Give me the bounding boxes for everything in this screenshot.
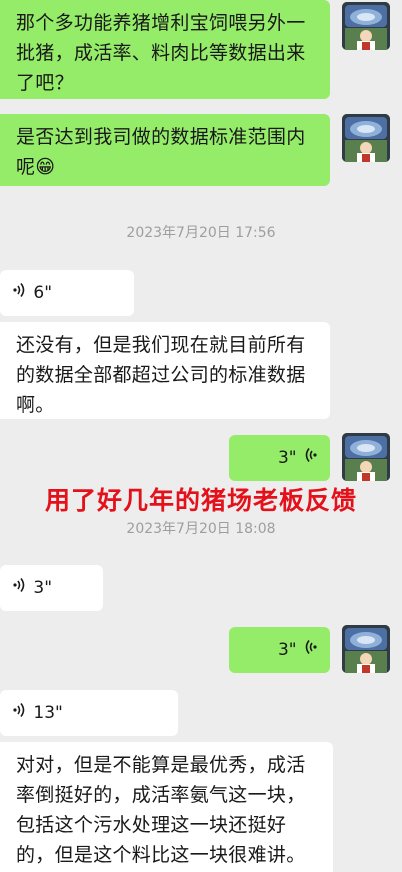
avatar[interactable] xyxy=(342,625,390,673)
outgoing-message[interactable]: 是否达到我司做的数据标准范围内呢😁 xyxy=(0,114,330,186)
timestamp: 2023年7月20日 18:08 xyxy=(126,521,276,537)
voice-wave-icon xyxy=(302,435,318,481)
incoming-message[interactable]: 还没有，但是我们现在就目前所有的数据全部都超过公司的标准数据啊。 xyxy=(0,322,330,419)
avatar-image-icon xyxy=(342,114,390,162)
voice-duration: 3" xyxy=(277,640,297,660)
voice-wave-icon xyxy=(302,627,318,673)
voice-message[interactable]: 3" xyxy=(0,565,103,611)
voice-duration: 6" xyxy=(33,283,53,303)
avatar-image-icon xyxy=(342,2,390,50)
voice-duration: 3" xyxy=(33,578,53,598)
outgoing-message[interactable]: 那个多功能养猪增利宝饲喂另外一批猪，成活率、料肉比等数据出来了吧？ xyxy=(0,0,330,99)
message-text: 对对，但是不能算是最优秀，成活率倒挺好的，成活率氨气这一块，包括这个污水处理这一… xyxy=(16,754,306,866)
voice-duration: 3" xyxy=(277,448,297,468)
message-text: 是否达到我司做的数据标准范围内呢😁 xyxy=(16,126,306,178)
avatar-image-icon xyxy=(342,625,390,673)
timestamp: 2023年7月20日 17:56 xyxy=(126,225,276,241)
voice-message[interactable]: 3" xyxy=(229,435,330,481)
overlay-caption: 用了好几年的猪场老板反馈 xyxy=(44,486,357,515)
voice-wave-icon xyxy=(12,270,28,316)
message-text: 还没有，但是我们现在就目前所有的数据全部都超过公司的标准数据啊。 xyxy=(16,334,306,416)
incoming-message[interactable]: 对对，但是不能算是最优秀，成活率倒挺好的，成活率氨气这一块，包括这个污水处理这一… xyxy=(0,742,333,872)
avatar[interactable] xyxy=(342,433,390,481)
avatar[interactable] xyxy=(342,2,390,50)
avatar[interactable] xyxy=(342,114,390,162)
voice-message[interactable]: 6" xyxy=(0,270,134,316)
message-text: 那个多功能养猪增利宝饲喂另外一批猪，成活率、料肉比等数据出来了吧？ xyxy=(16,12,306,94)
voice-message[interactable]: 3" xyxy=(229,627,330,673)
avatar-image-icon xyxy=(342,433,390,481)
voice-wave-icon xyxy=(12,565,28,611)
voice-wave-icon xyxy=(12,690,28,736)
voice-duration: 13" xyxy=(33,703,63,723)
voice-message[interactable]: 13" xyxy=(0,690,178,736)
